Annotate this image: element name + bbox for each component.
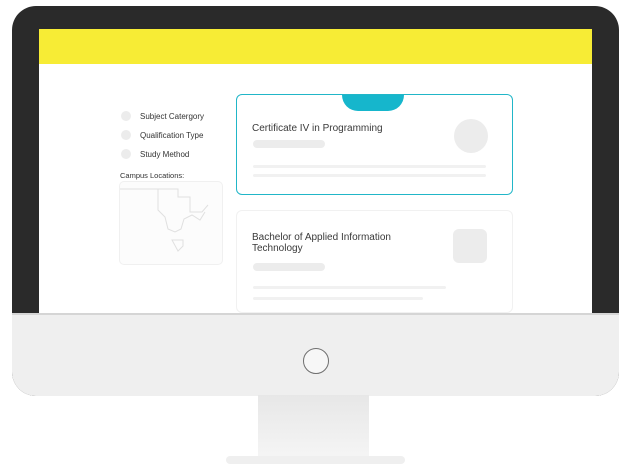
filter-label: Subject Catergory [140,111,205,121]
campus-map-icon [120,188,209,252]
radio-icon[interactable] [121,111,131,121]
power-button-icon[interactable] [303,348,329,374]
course-title: Certificate IV in Programming [252,123,383,134]
course-thumbnail [454,119,488,153]
campus-locations-label: Campus Locations: [120,171,185,180]
top-banner [39,29,592,64]
course-thumbnail [453,229,487,263]
radio-icon[interactable] [121,149,131,159]
monitor-stand-neck [258,395,369,459]
course-title: Bachelor of Applied Information Technolo… [252,232,391,254]
radio-icon[interactable] [121,130,131,140]
placeholder-line [253,165,486,168]
chin-divider [12,313,619,315]
filter-label: Study Method [140,149,190,159]
placeholder-line [253,297,423,300]
monitor-frame: Subject Catergory Qualification Type Stu… [12,6,619,396]
campus-map[interactable] [119,181,223,265]
screen: Subject Catergory Qualification Type Stu… [39,29,592,313]
placeholder-pill [253,263,325,271]
placeholder-line [253,174,486,177]
active-card-indicator [342,95,404,111]
filter-item-subject-category[interactable]: Subject Catergory [121,107,204,125]
filter-item-qualification-type[interactable]: Qualification Type [121,126,204,144]
filter-label: Qualification Type [140,130,204,140]
filter-list: Subject Catergory Qualification Type Stu… [121,107,204,164]
filter-item-study-method[interactable]: Study Method [121,145,204,163]
monitor-stand-base [226,456,405,464]
placeholder-line [253,286,446,289]
course-card-bachelor-applied-it[interactable]: Bachelor of Applied Information Technolo… [236,210,513,313]
placeholder-pill [253,140,325,148]
